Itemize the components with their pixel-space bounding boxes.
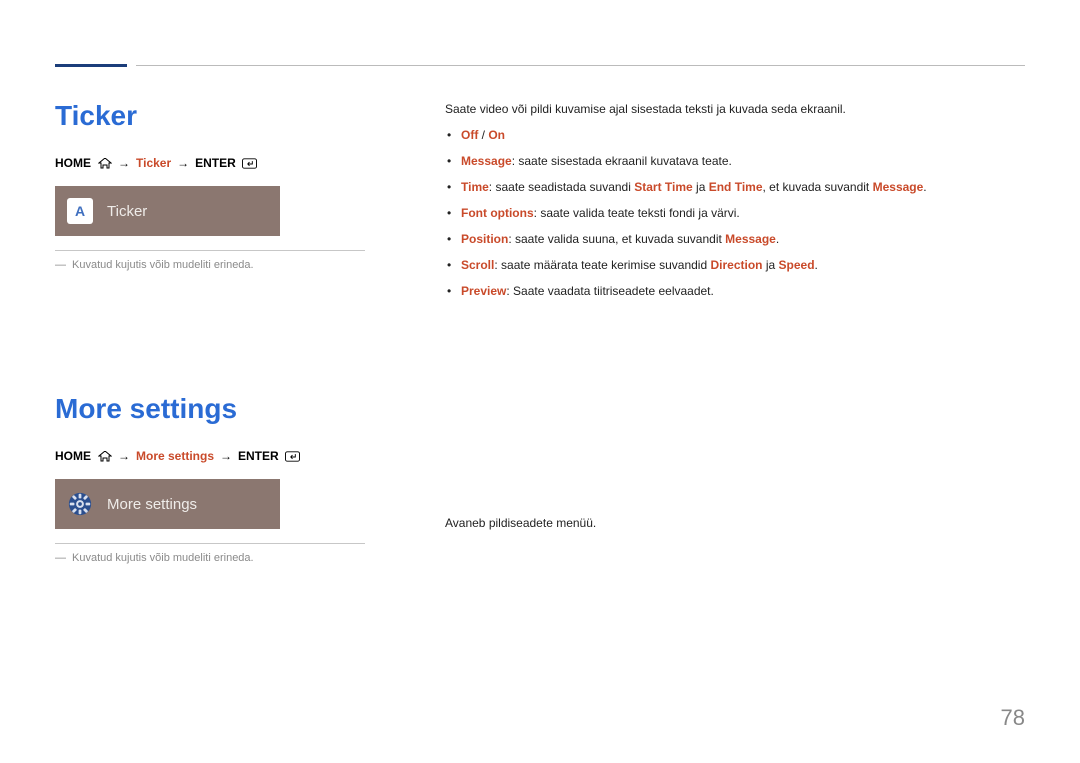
breadcrumb-current: Ticker: [136, 156, 171, 170]
breadcrumb-more-settings: HOME → More settings → ENTER: [55, 449, 395, 463]
t: ja: [693, 180, 709, 194]
key-preview: Preview: [461, 284, 506, 298]
tile-more-settings-label: More settings: [107, 496, 197, 513]
breadcrumb-ticker: HOME → Ticker → ENTER: [55, 156, 395, 170]
bullet-position: Position: saate valida suuna, et kuvada …: [445, 230, 1025, 248]
caption-text: Kuvatud kujutis võib mudeliti erineda.: [72, 552, 254, 564]
bullet-text: : Saate vaadata tiitriseadete eelvaadet.: [506, 284, 713, 298]
caption-dash: ―: [55, 259, 66, 271]
breadcrumb-arrow: →: [220, 449, 232, 463]
key-time: Time: [461, 180, 489, 194]
key-scroll: Scroll: [461, 258, 494, 272]
breadcrumb-home-label: HOME: [55, 156, 91, 170]
home-icon: [97, 450, 112, 462]
page: Ticker HOME → Ticker → ENTER A Ticker: [0, 0, 1080, 763]
breadcrumb-enter-label: ENTER: [195, 156, 236, 170]
page-number: 78: [1001, 705, 1025, 731]
t: .: [923, 180, 926, 194]
off-label: Off: [461, 128, 478, 142]
divider: [55, 543, 365, 544]
tile-more-settings: More settings: [55, 479, 280, 529]
columns: Ticker HOME → Ticker → ENTER A Ticker: [55, 100, 1025, 570]
key-message-ref: Message: [725, 232, 776, 246]
bullet-text: : saate valida teate teksti fondi ja vär…: [534, 206, 740, 220]
t: .: [776, 232, 779, 246]
enter-icon: [242, 157, 257, 169]
key-message-ref: Message: [873, 180, 924, 194]
t: : saate valida suuna, et kuvada suvandit: [508, 232, 725, 246]
caption-more-settings: ― Kuvatud kujutis võib mudeliti erineda.: [55, 552, 395, 564]
key-direction: Direction: [710, 258, 762, 272]
t: : saate seadistada suvandi: [489, 180, 634, 194]
header-accent-bar: [55, 64, 127, 67]
breadcrumb-home-label: HOME: [55, 449, 91, 463]
key-message: Message: [461, 154, 512, 168]
on-label: On: [488, 128, 505, 142]
tile-icon-letter: A: [75, 203, 85, 219]
key-speed: Speed: [779, 258, 815, 272]
tile-ticker-label: Ticker: [107, 203, 147, 220]
bullet-off-on: Off / On: [445, 126, 1025, 144]
tile-ticker: A Ticker: [55, 186, 280, 236]
breadcrumb-arrow: →: [177, 156, 189, 170]
bullet-time: Time: saate seadistada suvandi Start Tim…: [445, 178, 1025, 196]
ticker-intro: Saate video või pildi kuvamise ajal sise…: [445, 102, 1025, 116]
breadcrumb-enter-label: ENTER: [238, 449, 279, 463]
t: , et kuvada suvandit: [763, 180, 873, 194]
section-more-settings: More settings HOME → More settings → ENT…: [55, 393, 395, 564]
gear-icon: [67, 491, 93, 517]
breadcrumb-arrow: →: [118, 449, 130, 463]
left-column: Ticker HOME → Ticker → ENTER A Ticker: [55, 100, 395, 570]
more-settings-intro: Avaneb pildiseadete menüü.: [445, 516, 1025, 530]
bullet-text: : saate sisestada ekraanil kuvatava teat…: [512, 154, 732, 168]
bullet-scroll: Scroll: saate määrata teate kerimise suv…: [445, 256, 1025, 274]
t: .: [815, 258, 818, 272]
header-rule: [136, 65, 1025, 66]
divider: [55, 250, 365, 251]
t: ja: [763, 258, 779, 272]
caption-dash: ―: [55, 552, 66, 564]
breadcrumb-current: More settings: [136, 449, 214, 463]
key-end-time: End Time: [709, 180, 763, 194]
slash: /: [478, 128, 488, 142]
breadcrumb-arrow: →: [118, 156, 130, 170]
key-font-options: Font options: [461, 206, 534, 220]
section-title-more-settings: More settings: [55, 393, 395, 425]
key-position: Position: [461, 232, 508, 246]
section-title-ticker: Ticker: [55, 100, 395, 132]
tile-ticker-icon: A: [67, 198, 93, 224]
right-column: Saate video või pildi kuvamise ajal sise…: [445, 100, 1025, 570]
caption-ticker: ― Kuvatud kujutis võib mudeliti erineda.: [55, 259, 395, 271]
t: : saate määrata teate kerimise suvandid: [494, 258, 710, 272]
bullet-preview: Preview: Saate vaadata tiitriseadete eel…: [445, 282, 1025, 300]
caption-text: Kuvatud kujutis võib mudeliti erineda.: [72, 259, 254, 271]
bullet-message: Message: saate sisestada ekraanil kuvata…: [445, 152, 1025, 170]
home-icon: [97, 157, 112, 169]
key-start-time: Start Time: [634, 180, 692, 194]
ticker-bullet-list: Off / On Message: saate sisestada ekraan…: [445, 126, 1025, 300]
bullet-font-options: Font options: saate valida teate teksti …: [445, 204, 1025, 222]
enter-icon: [285, 450, 300, 462]
